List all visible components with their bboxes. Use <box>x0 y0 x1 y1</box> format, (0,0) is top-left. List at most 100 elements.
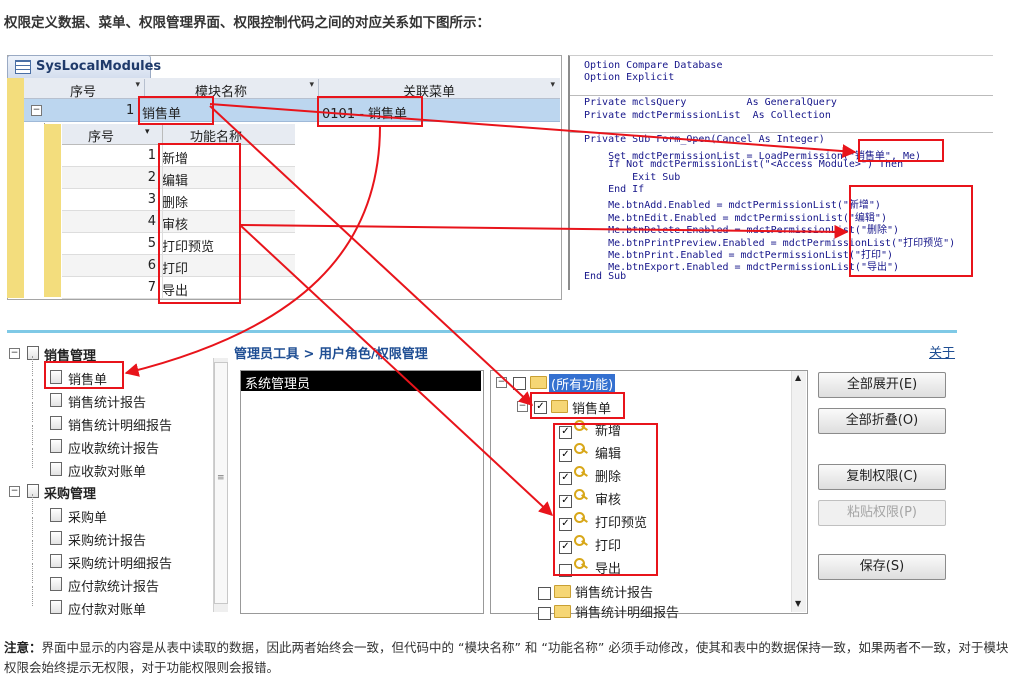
checkbox[interactable] <box>538 587 551 600</box>
collapse-all-button[interactable]: 全部折叠(O) <box>818 408 946 434</box>
chevron-down-icon[interactable]: ▾ <box>309 80 314 90</box>
checkbox[interactable]: ✓ <box>559 472 572 485</box>
row-module-name[interactable]: 销售单 <box>142 103 181 122</box>
document-icon <box>50 439 62 453</box>
sub-row-function[interactable]: 新增 <box>162 148 188 167</box>
chevron-down-icon[interactable]: ▾ <box>550 80 555 90</box>
footnote: 注意：界面中显示的内容是从表中读取的数据，因此两者始终会一致，但代码中的 “模块… <box>4 638 1014 678</box>
code-line[interactable]: Private mclsQuery As GeneralQuery <box>584 97 837 108</box>
column-header-num-label: 序号 <box>70 85 97 100</box>
code-editor[interactable]: Option Compare Database Option Explicit Pr… <box>568 55 993 290</box>
sub-header-name[interactable]: 功能名称 <box>190 126 242 145</box>
role-list[interactable] <box>240 370 484 614</box>
row-linked-menu[interactable]: 0101 - 销售单 <box>322 103 407 122</box>
perm-item-label: 删除 <box>595 470 622 485</box>
perm-item-label: 审核 <box>595 493 622 508</box>
column-header-menu[interactable]: 关联菜单 ▾ <box>319 79 559 100</box>
record-selector-bar[interactable] <box>7 78 24 298</box>
column-header-module[interactable]: 模块名称 ▾ <box>145 79 319 100</box>
paste-permission-button[interactable]: 粘贴权限(P) <box>818 500 946 526</box>
sub-table-row[interactable]: 6 打印 <box>62 255 295 277</box>
code-line[interactable]: End Sub <box>584 271 626 282</box>
sub-table-row[interactable]: 7 导出 <box>62 277 295 299</box>
sub-table-row[interactable]: 2 编辑 <box>62 167 295 189</box>
permission-tree-scrollbar[interactable]: ▲ ▼ <box>791 371 806 612</box>
checkbox[interactable]: ✓ <box>534 401 547 414</box>
table-tab-title: SysLocalModules <box>36 59 162 74</box>
collapse-icon[interactable]: − <box>31 105 42 116</box>
copy-permission-button[interactable]: 复制权限(C) <box>818 464 946 490</box>
scroll-up-icon[interactable]: ▲ <box>795 373 801 382</box>
document-icon <box>50 416 62 430</box>
checkbox[interactable] <box>538 607 551 620</box>
code-separator <box>570 95 993 96</box>
row-num: 1 <box>126 103 135 118</box>
sub-row-function[interactable]: 导出 <box>162 280 188 299</box>
collapse-icon[interactable]: − <box>517 401 528 412</box>
sub-row-function[interactable]: 审核 <box>162 214 188 233</box>
tree-line <box>32 379 34 399</box>
sub-row-function[interactable]: 打印预览 <box>162 236 214 255</box>
table-row[interactable]: − 1 销售单 0101 - 销售单 <box>24 99 560 122</box>
code-line[interactable]: Option Explicit <box>584 72 674 83</box>
footnote-label: 注意： <box>4 640 42 655</box>
sub-row-num: 2 <box>147 170 156 185</box>
sub-row-num: 1 <box>147 148 156 163</box>
code-line[interactable]: Me.btnExport.Enabled = mdctPermissionLis… <box>584 258 899 273</box>
checkbox[interactable]: ✓ <box>559 426 572 439</box>
menu-group-label: 采购管理 <box>44 487 97 502</box>
checkbox[interactable]: ✓ <box>559 449 572 462</box>
sub-header-num[interactable]: 序号 <box>88 126 114 145</box>
tree-line <box>32 540 34 560</box>
sub-record-selector-bar[interactable] <box>44 124 61 297</box>
code-line[interactable]: Option Compare Database <box>584 60 722 71</box>
permission-tree[interactable]: − (所有功能) − ✓ 销售单 ✓ 新增 ✓ 编辑 ✓ 删除 ✓ 审核 ✓ 打印预览 ✓ 打印 导出 销售统计报告… <box>490 370 808 621</box>
document-icon <box>50 462 62 476</box>
collapse-icon[interactable]: − <box>9 348 20 359</box>
code-line[interactable]: End If <box>584 184 644 195</box>
scroll-down-icon[interactable]: ▼ <box>795 599 801 608</box>
collapse-icon[interactable]: − <box>9 486 20 497</box>
perm-module-label: 销售单 <box>572 402 612 417</box>
column-header-num[interactable]: 序号 ▾ <box>24 79 145 100</box>
table-tab[interactable]: SysLocalModules <box>7 55 161 78</box>
breadcrumb: 管理员工具 > 用户角色/权限管理 <box>234 347 428 362</box>
save-button[interactable]: 保存(S) <box>818 554 946 580</box>
role-item-selected[interactable]: 系统管理员 <box>241 371 481 392</box>
chevron-down-icon[interactable]: ▾ <box>145 127 150 137</box>
footnote-text: 界面中显示的内容是从表中读取的数据，因此两者始终会一致，但代码中的 “模块名称”… <box>4 640 1009 675</box>
checkbox[interactable] <box>513 377 526 390</box>
sub-row-function[interactable]: 删除 <box>162 192 188 211</box>
menu-item-label: 销售单 <box>68 373 108 388</box>
grip-icon: ≡ <box>217 473 225 483</box>
code-line[interactable]: Private mdctPermissionList As Collection <box>584 110 831 121</box>
key-icon <box>574 489 589 502</box>
code-line[interactable]: If Not mdctPermissionList("<Access Modul… <box>584 159 903 170</box>
code-line[interactable]: Exit Sub <box>584 172 680 183</box>
code-line[interactable]: Private Sub Form_Open(Cancel As Integer) <box>584 134 825 145</box>
collapse-icon[interactable]: − <box>496 377 507 388</box>
sub-row-function[interactable]: 编辑 <box>162 170 188 189</box>
sub-table-row[interactable]: 4 审核 <box>62 211 295 233</box>
checkbox[interactable] <box>559 564 572 577</box>
sub-row-function[interactable]: 打印 <box>162 258 188 277</box>
sort-icon[interactable]: ▾ <box>135 80 140 90</box>
sub-table-row[interactable]: 5 打印预览 <box>62 233 295 255</box>
menu-tree[interactable]: − 销售管理 销售单 销售统计报告 销售统计明细报告 应收款统计报告 应收款对账单 − 采购管理… <box>7 340 212 618</box>
about-link[interactable]: 关于 <box>929 342 955 361</box>
sub-table-row[interactable]: 3 删除 <box>62 189 295 211</box>
tree-line <box>32 586 34 606</box>
sub-row-num: 7 <box>147 280 156 295</box>
menu-tree-scroll-thumb[interactable]: ≡ <box>214 362 228 604</box>
checkbox[interactable]: ✓ <box>559 518 572 531</box>
document-icon <box>50 577 62 591</box>
tree-line <box>32 402 34 422</box>
checkbox[interactable]: ✓ <box>559 495 572 508</box>
expand-all-button[interactable]: 全部展开(E) <box>818 372 946 398</box>
menu-item-label: 销售统计明细报告 <box>68 419 173 434</box>
sub-table-row[interactable]: 1 新增 <box>62 145 295 167</box>
perm-item-label: 新增 <box>595 424 622 439</box>
checkbox[interactable]: ✓ <box>559 541 572 554</box>
tree-line <box>32 448 34 468</box>
folder-icon <box>530 376 547 389</box>
